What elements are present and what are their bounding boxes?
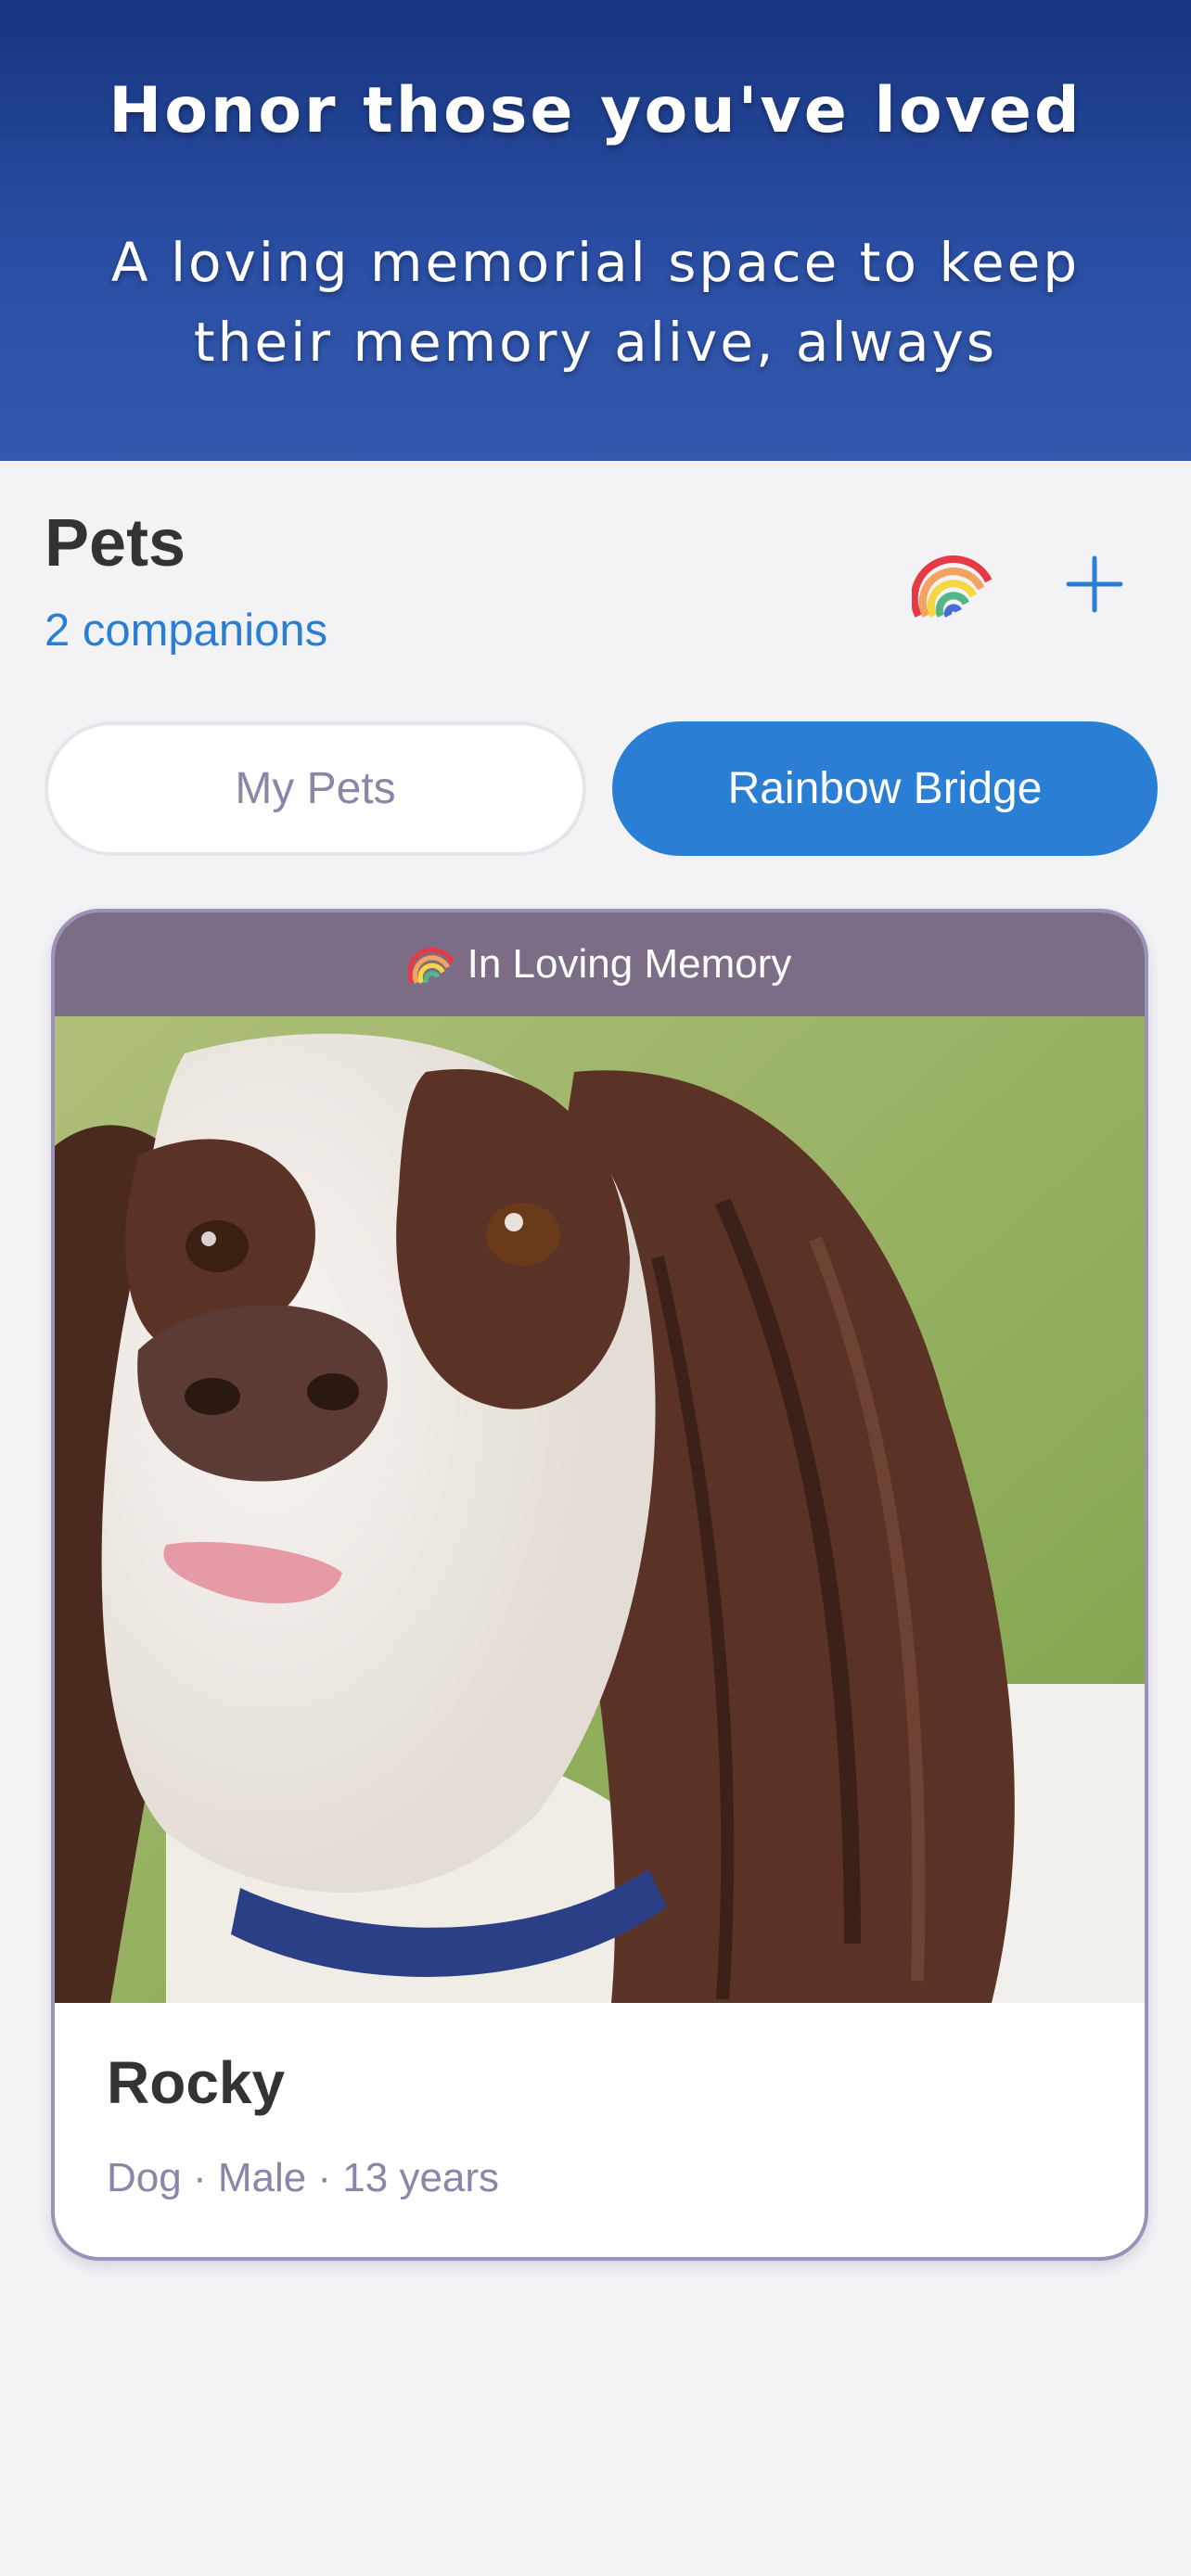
rainbow-icon xyxy=(407,940,456,988)
add-pet-button[interactable] xyxy=(1057,540,1132,629)
tab-my-pets[interactable]: My Pets xyxy=(45,721,586,856)
rainbow-bridge-button[interactable] xyxy=(909,540,998,629)
rainbow-icon xyxy=(912,555,992,618)
hero-title: Honor those you've loved xyxy=(109,74,1082,147)
hero-banner: Honor those you've loved A loving memori… xyxy=(0,0,1191,461)
companion-count: 2 companions xyxy=(45,606,328,656)
pet-card[interactable]: In Loving Memory Rocky Dog · Male · 13 y… xyxy=(51,909,1148,2261)
plus-icon xyxy=(1066,555,1123,613)
tab-rainbow-bridge[interactable]: Rainbow Bridge xyxy=(612,721,1158,856)
hero-subtitle: A loving memorial space to keep their me… xyxy=(110,231,1081,374)
pet-details: Dog · Male · 13 years xyxy=(107,2155,500,2200)
memory-banner: In Loving Memory xyxy=(55,912,1145,1016)
page-title: Pets xyxy=(45,506,186,580)
pet-name: Rocky xyxy=(107,2049,286,2116)
pet-photo xyxy=(55,1016,1145,2003)
memory-banner-label: In Loving Memory xyxy=(467,941,792,987)
